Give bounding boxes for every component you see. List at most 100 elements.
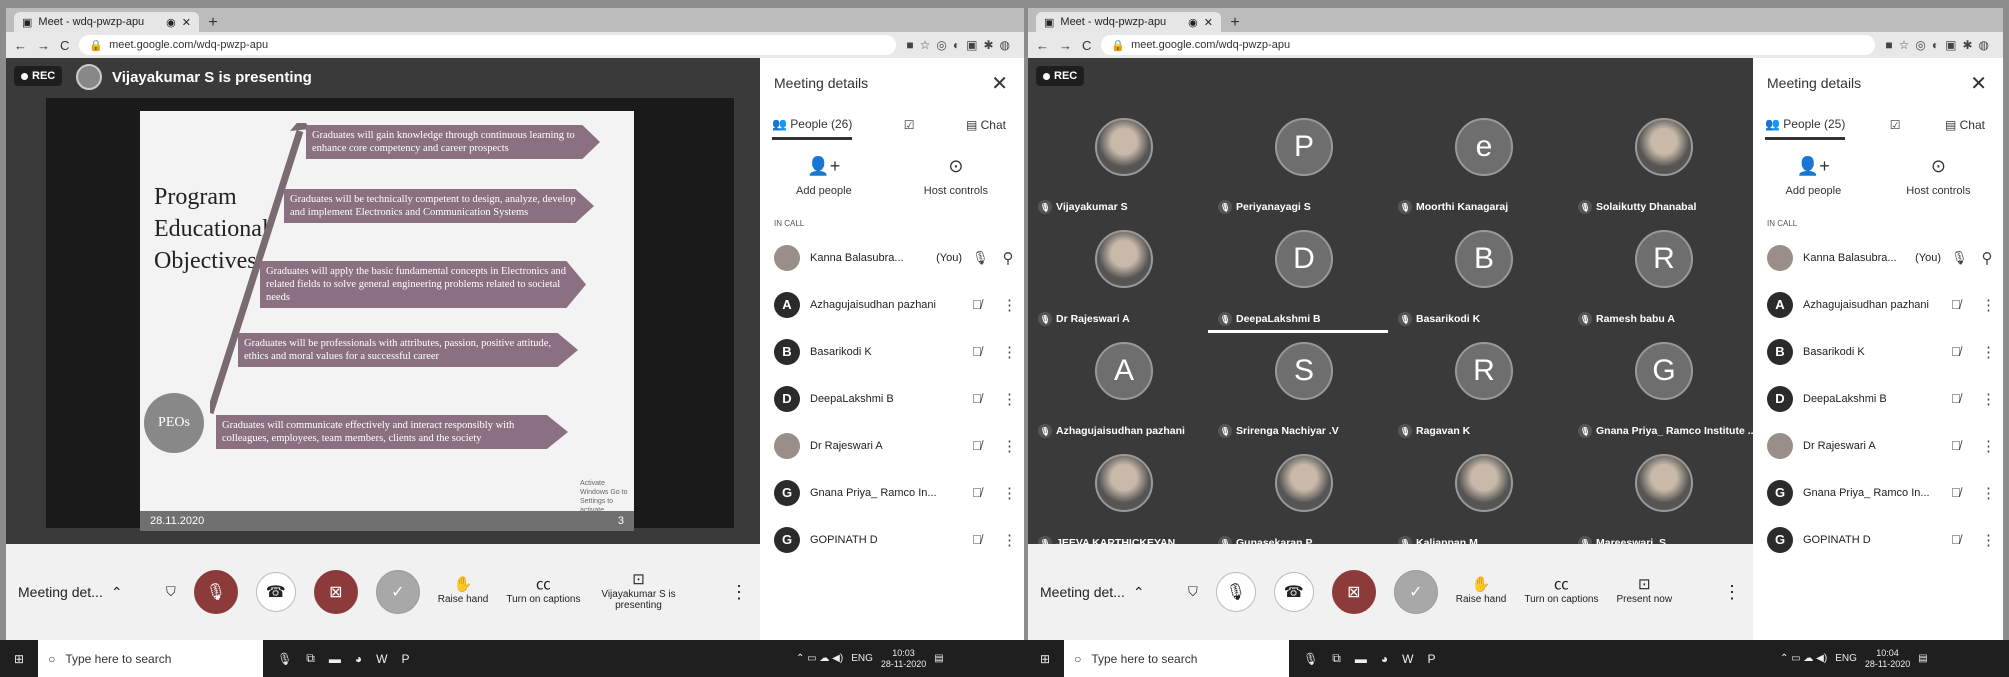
powerpoint-icon[interactable]: P <box>401 652 409 666</box>
back-icon[interactable]: ← <box>1036 38 1049 53</box>
mic-icon[interactable]: 🎙 <box>277 652 292 666</box>
tab-people[interactable]: 👥 People (26) <box>772 111 853 140</box>
participant-tile[interactable]: D 🎙 DeepaLakshmi B <box>1214 230 1394 326</box>
back-icon[interactable]: ← <box>14 38 27 53</box>
more-options-icon[interactable]: ⋮ <box>1981 343 1996 361</box>
presenting-button[interactable]: ⊡ Vijayakumar S is presenting <box>598 572 678 611</box>
more-options-icon[interactable]: ⋮ <box>1002 296 1017 314</box>
meeting-details-toggle[interactable]: Meeting det... ⌃ <box>18 584 148 601</box>
participant-row[interactable]: Dr Rajeswari A 🎙̸ ⋮ <box>760 422 1024 469</box>
url-field[interactable]: 🔒 meet.google.com/wdq-pwzp-apu <box>79 35 897 55</box>
captions-button[interactable]: ㏄ Turn on captions <box>506 577 580 605</box>
participant-row[interactable]: Dr Rajeswari A 🎙̸ ⋮ <box>1753 422 2003 469</box>
participant-row[interactable]: D DeepaLakshmi B 🎙̸ ⋮ <box>1753 375 2003 422</box>
participant-tile[interactable]: S 🎙 Srirenga Nachiyar .V <box>1214 342 1394 438</box>
forward-icon[interactable]: → <box>37 38 50 53</box>
reload-icon[interactable]: C <box>60 38 69 53</box>
more-options-icon[interactable]: ⋮ <box>1723 582 1741 603</box>
participant-row[interactable]: Kanna Balasubra... (You) 🎙 ⚲ <box>760 234 1024 281</box>
tab-chat[interactable]: ▤ Chat <box>1945 118 1985 132</box>
file-explorer-icon[interactable]: ▬ <box>329 652 341 666</box>
shield-icon[interactable]: ⛉ <box>1188 584 1198 600</box>
more-options-icon[interactable]: ⋮ <box>1002 531 1017 549</box>
new-tab-button[interactable]: + <box>1225 14 1245 32</box>
leave-call-button[interactable]: ☎ <box>1273 572 1314 612</box>
captions-button[interactable]: ㏄ Turn on captions <box>1524 577 1598 605</box>
participant-tile[interactable]: 🎙 Gunasekaran P <box>1214 454 1394 550</box>
participant-tile[interactable]: 🎙 Kaliappan M <box>1394 454 1574 550</box>
participant-tile[interactable]: 🎙 Solaikutty Dhanabal <box>1574 118 1754 214</box>
raise-hand-button[interactable]: ✋ Raise hand <box>438 577 489 605</box>
close-tab-icon[interactable]: ✕ <box>1204 16 1213 29</box>
participant-tile[interactable]: R 🎙 Ramesh babu A <box>1574 230 1754 326</box>
participant-row[interactable]: Kanna Balasubra... (You) 🎙 ⚲ <box>1753 234 2003 281</box>
language-indicator[interactable]: ENG <box>1835 653 1857 664</box>
extensions-icons[interactable]: ■☆◎◐▣✱◍ <box>1885 38 1995 52</box>
participant-tile[interactable]: A 🎙 Azhagujaisudhan pazhani <box>1034 342 1214 438</box>
extensions-icons[interactable]: ■☆◎◐▣✱◍ <box>906 38 1016 52</box>
search-box[interactable]: ○ Type here to search <box>38 640 264 677</box>
pin-icon[interactable]: ⚲ <box>1002 249 1014 267</box>
participant-tile[interactable]: 🎙 Dr Rajeswari A <box>1034 230 1214 326</box>
chrome-icon[interactable]: ◕ <box>1381 652 1388 666</box>
participant-row[interactable]: G GOPINATH D 🎙̸ ⋮ <box>1753 516 2003 563</box>
chrome-icon[interactable]: ◕ <box>355 652 362 666</box>
participant-row[interactable]: D DeepaLakshmi B 🎙̸ ⋮ <box>760 375 1024 422</box>
reload-icon[interactable]: C <box>1082 38 1091 53</box>
host-controls-button[interactable]: ⊙ Host controls <box>1906 156 1970 197</box>
search-box[interactable]: ○ Type here to search <box>1064 640 1290 677</box>
green-check-button[interactable]: ✓ <box>1393 570 1438 614</box>
participant-tile[interactable]: G 🎙 Gnana Priya_ Ramco Institute ... <box>1574 342 1756 438</box>
leave-call-button[interactable]: ☎ <box>255 572 296 612</box>
participant-tile[interactable]: 🎙 Vijayakumar S <box>1034 118 1214 214</box>
browser-tab[interactable]: ▣ Meet - wdq-pwzp-apu ◉ ✕ <box>14 12 199 32</box>
more-options-icon[interactable]: ⋮ <box>730 582 748 603</box>
task-view-icon[interactable]: ⧉ <box>1332 651 1341 666</box>
green-check-button[interactable]: ✓ <box>375 570 420 614</box>
word-icon[interactable]: W <box>1402 652 1413 666</box>
camera-off-button[interactable]: ⊠ <box>313 570 358 614</box>
activities-icon[interactable]: ☑ <box>1890 118 1901 132</box>
tab-chat[interactable]: ▤ Chat <box>966 118 1006 132</box>
more-options-icon[interactable]: ⋮ <box>1002 390 1017 408</box>
language-indicator[interactable]: ENG <box>851 653 873 664</box>
tray-icons[interactable]: ⌃ ▭ ☁ ◀) <box>1780 653 1827 664</box>
close-tab-icon[interactable]: ✕ <box>182 16 191 29</box>
raise-hand-button[interactable]: ✋ Raise hand <box>1456 577 1507 605</box>
url-field[interactable]: 🔒 meet.google.com/wdq-pwzp-apu <box>1101 35 1876 55</box>
mic-button[interactable]: 🎙 <box>1215 572 1256 612</box>
clock[interactable]: 10:03 28-11-2020 <box>881 648 926 670</box>
more-options-icon[interactable]: ⋮ <box>1002 484 1017 502</box>
notifications-icon[interactable]: ▤ <box>934 653 943 664</box>
participant-row[interactable]: G Gnana Priya_ Ramco In... 🎙̸ ⋮ <box>1753 469 2003 516</box>
task-view-icon[interactable]: ⧉ <box>306 651 315 666</box>
activities-icon[interactable]: ☑ <box>904 118 915 132</box>
clock[interactable]: 10:04 28-11-2020 <box>1865 648 1910 670</box>
host-controls-button[interactable]: ⊙ Host controls <box>924 156 988 197</box>
participant-row[interactable]: B Basarikodi K 🎙̸ ⋮ <box>1753 328 2003 375</box>
tray-icons[interactable]: ⌃ ▭ ☁ ◀) <box>796 653 843 664</box>
shield-icon[interactable]: ⛉ <box>166 584 176 600</box>
more-options-icon[interactable]: ⋮ <box>1981 296 1996 314</box>
present-now-button[interactable]: ⊡ Present now <box>1616 577 1672 605</box>
more-options-icon[interactable]: ⋮ <box>1981 531 1996 549</box>
participant-row[interactable]: G Gnana Priya_ Ramco In... 🎙̸ ⋮ <box>760 469 1024 516</box>
participant-row[interactable]: B Basarikodi K 🎙̸ ⋮ <box>760 328 1024 375</box>
new-tab-button[interactable]: + <box>203 14 223 32</box>
participant-tile[interactable]: R 🎙 Ragavan K <box>1394 342 1574 438</box>
browser-tab[interactable]: ▣ Meet - wdq-pwzp-apu ◉ ✕ <box>1036 12 1221 32</box>
participant-tile[interactable]: P 🎙 Periyanayagi S <box>1214 118 1394 214</box>
participant-row[interactable]: A Azhagujaisudhan pazhani 🎙̸ ⋮ <box>1753 281 2003 328</box>
close-icon[interactable]: ✕ <box>1970 71 1987 96</box>
forward-icon[interactable]: → <box>1059 38 1072 53</box>
file-explorer-icon[interactable]: ▬ <box>1355 652 1367 666</box>
more-options-icon[interactable]: ⋮ <box>1002 343 1017 361</box>
participant-tile[interactable]: 🎙 JEEVA KARTHICKEYAN <box>1034 454 1214 550</box>
pin-icon[interactable]: ⚲ <box>1981 249 1993 267</box>
windows-start-icon[interactable]: ⊞ <box>14 652 24 666</box>
more-options-icon[interactable]: ⋮ <box>1002 437 1017 455</box>
mic-icon[interactable]: 🎙 <box>1303 652 1318 666</box>
participant-tile[interactable]: e 🎙 Moorthi Kanagaraj <box>1394 118 1574 214</box>
more-options-icon[interactable]: ⋮ <box>1981 437 1996 455</box>
add-people-button[interactable]: 👤+ Add people <box>796 156 852 197</box>
